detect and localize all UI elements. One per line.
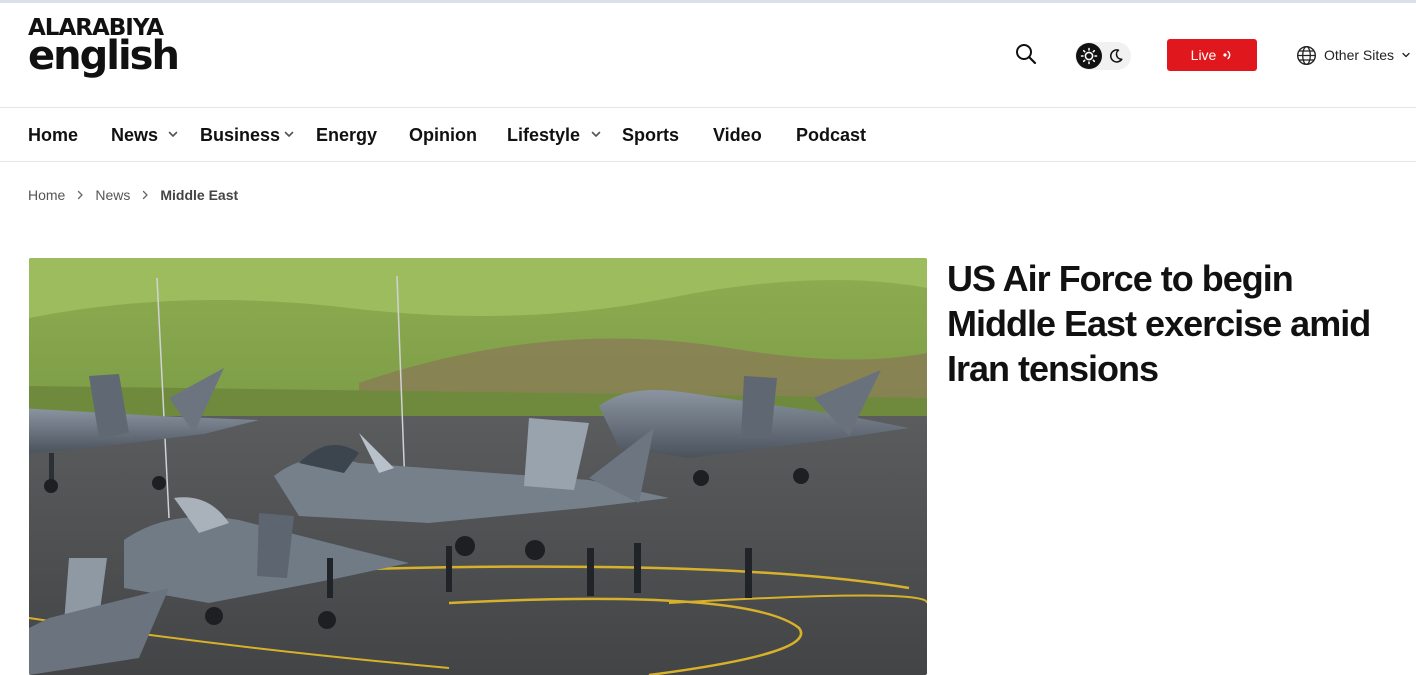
chevron-right-icon — [76, 190, 84, 200]
article-hero-image[interactable] — [29, 258, 927, 675]
chevron-right-icon — [141, 190, 149, 200]
breadcrumb-current: Middle East — [160, 187, 239, 203]
theme-toggle[interactable] — [1075, 42, 1131, 70]
chevron-down-icon — [1402, 52, 1410, 58]
breadcrumb-news[interactable]: News — [95, 187, 130, 203]
nav-item-lifestyle[interactable]: Lifestyle — [507, 109, 580, 161]
globe-icon — [1296, 45, 1317, 65]
live-label: Live — [1190, 47, 1217, 63]
live-button[interactable]: Live — [1167, 39, 1257, 71]
live-dot-icon — [1223, 50, 1231, 60]
chevron-down-icon[interactable] — [282, 127, 296, 141]
nav-item-home[interactable]: Home — [28, 109, 78, 161]
search-icon — [1016, 44, 1037, 65]
nav-item-energy[interactable]: Energy — [316, 109, 377, 161]
dark-mode-option[interactable] — [1106, 46, 1126, 66]
breadcrumb-home[interactable]: Home — [28, 187, 65, 203]
site-logo[interactable]: ALARABIYA english — [28, 17, 180, 79]
chevron-down-icon[interactable] — [589, 127, 603, 141]
sun-icon — [1080, 47, 1098, 65]
moon-icon — [1110, 49, 1123, 63]
nav-item-podcast[interactable]: Podcast — [796, 109, 866, 161]
chevron-down-icon[interactable] — [166, 127, 180, 141]
nav-item-video[interactable]: Video — [713, 109, 762, 161]
light-mode-option[interactable] — [1076, 43, 1102, 69]
nav-item-opinion[interactable]: Opinion — [409, 109, 477, 161]
other-sites-label: Other Sites — [1324, 47, 1395, 63]
search-button[interactable] — [1013, 41, 1039, 67]
logo-bottom-text: english — [28, 33, 180, 79]
site-header: ALARABIYA english Live Other Sites — [0, 3, 1416, 108]
other-sites-dropdown[interactable]: Other Sites — [1296, 44, 1411, 66]
nav-item-sports[interactable]: Sports — [622, 109, 679, 161]
nav-item-news[interactable]: News — [111, 109, 158, 161]
fighter-jets-photo — [29, 258, 927, 675]
article-headline: US Air Force to begin Middle East exerci… — [947, 258, 1371, 389]
breadcrumb: Home News Middle East — [28, 184, 238, 206]
nav-item-business[interactable]: Business — [200, 109, 280, 161]
main-navigation: Home News Business Energy Opinion Lifest… — [0, 109, 1416, 162]
